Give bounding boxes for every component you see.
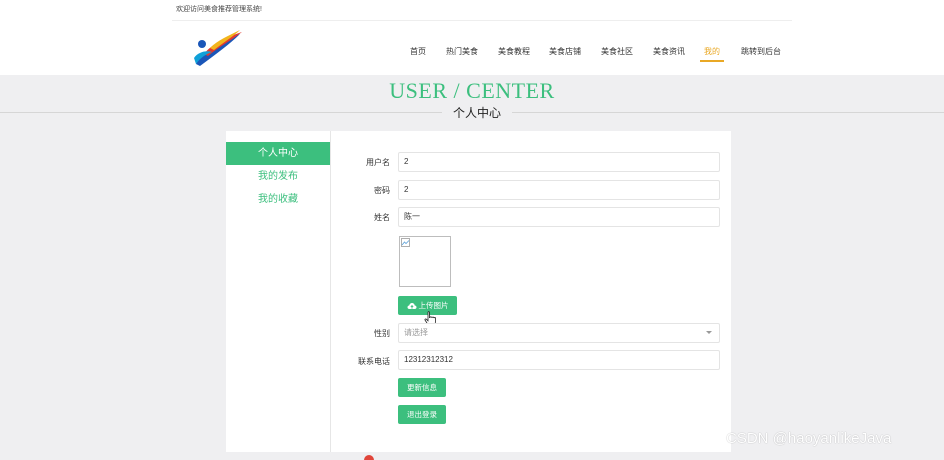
chevron-down-icon bbox=[706, 331, 712, 334]
nav-hot-food[interactable]: 热门美食 bbox=[446, 46, 478, 57]
username-field[interactable]: 2 bbox=[398, 152, 720, 172]
nav-food-news[interactable]: 美食资讯 bbox=[653, 46, 685, 57]
gender-select[interactable]: 请选择 bbox=[398, 323, 720, 343]
name-label: 姓名 bbox=[374, 213, 390, 222]
username-label: 用户名 bbox=[366, 158, 390, 167]
logout-button[interactable]: 退出登录 bbox=[398, 405, 446, 424]
avatar-preview bbox=[399, 236, 451, 287]
gender-label: 性别 bbox=[374, 329, 390, 338]
upload-image-label: 上传图片 bbox=[418, 301, 449, 310]
nav-home[interactable]: 首页 bbox=[410, 46, 426, 57]
notification-dot bbox=[364, 455, 374, 460]
nav-mine[interactable]: 我的 bbox=[704, 46, 720, 57]
watermark: CSDN @haoyanlikeJava bbox=[726, 430, 892, 447]
nav-food-community[interactable]: 美食社区 bbox=[601, 46, 633, 57]
welcome-text: 欢迎访问美食推荐管理系统! bbox=[176, 6, 262, 13]
sidebar-item-favorites[interactable]: 我的收藏 bbox=[226, 188, 330, 211]
nav-admin[interactable]: 跳转到后台 bbox=[741, 46, 781, 57]
nav-food-tutorials[interactable]: 美食教程 bbox=[498, 46, 530, 57]
cloud-upload-icon bbox=[407, 303, 416, 310]
phone-field[interactable]: 12312312312 bbox=[398, 350, 720, 370]
header-divider bbox=[172, 20, 792, 21]
phone-label: 联系电话 bbox=[358, 357, 390, 366]
nav-active-indicator bbox=[700, 60, 724, 62]
password-field[interactable]: 2 bbox=[398, 180, 720, 200]
password-label: 密码 bbox=[374, 186, 390, 195]
sidebar-divider bbox=[330, 131, 331, 452]
page-title-en: USER / CENTER bbox=[389, 78, 555, 103]
page-title-cn: 个人中心 bbox=[442, 104, 512, 121]
sidebar-item-my-posts[interactable]: 我的发布 bbox=[226, 165, 330, 188]
app-logo[interactable] bbox=[190, 28, 246, 68]
nav-food-shops[interactable]: 美食店铺 bbox=[549, 46, 581, 57]
broken-image-icon bbox=[401, 238, 410, 247]
name-field[interactable]: 陈一 bbox=[398, 207, 720, 227]
sidebar-item-profile[interactable]: 个人中心 bbox=[226, 142, 330, 165]
site-header bbox=[0, 0, 944, 75]
update-info-button[interactable]: 更新信息 bbox=[398, 378, 446, 397]
